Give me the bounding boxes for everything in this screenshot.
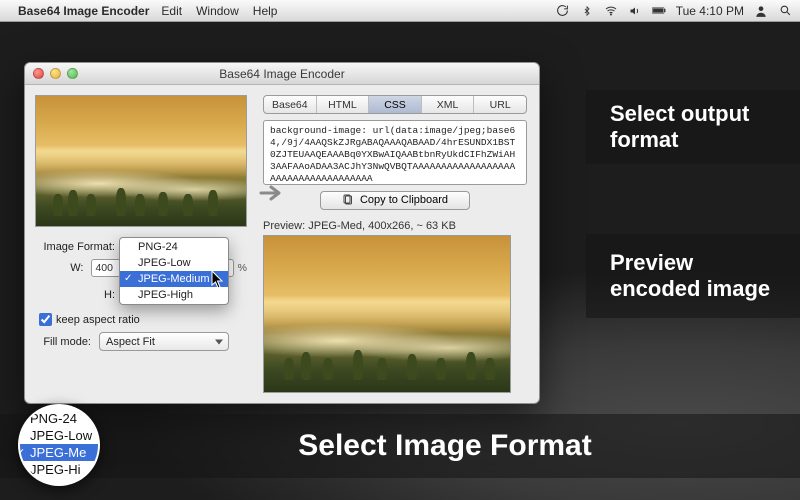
source-pane: Image Format: W: px Percent: % H: px (25, 85, 257, 403)
window-title: Base64 Image Encoder (25, 67, 539, 81)
bluetooth-icon[interactable] (580, 4, 594, 18)
app-window: Base64 Image Encoder Image Format: W: (24, 62, 540, 404)
tab-base64[interactable]: Base64 (264, 96, 317, 113)
fill-mode-value: Aspect Fit (106, 336, 155, 348)
image-format-label: Image Format: (35, 241, 119, 253)
keep-aspect-checkbox[interactable] (39, 313, 52, 326)
battery-icon[interactable] (652, 4, 666, 18)
sync-icon[interactable] (556, 4, 570, 18)
spotlight-icon[interactable] (778, 4, 792, 18)
menubar-clock[interactable]: Tue 4:10 PM (676, 4, 744, 18)
magnifier-lens: PNG-24 JPEG-Low ✓JPEG-Me JPEG-Hi (18, 404, 100, 486)
output-pane: Base64 HTML CSS XML URL background-image… (257, 85, 539, 403)
encode-arrow-icon (257, 181, 287, 205)
magnifier-row: JPEG-Low (18, 427, 100, 444)
menu-edit[interactable]: Edit (161, 4, 182, 18)
user-icon[interactable] (754, 4, 768, 18)
wifi-icon[interactable] (604, 4, 618, 18)
copy-button-label: Copy to Clipboard (360, 194, 448, 206)
tab-html[interactable]: HTML (317, 96, 370, 113)
menu-help[interactable]: Help (253, 4, 278, 18)
callout-output-format: Select output format (586, 90, 800, 164)
preview-image (263, 235, 511, 393)
menu-window[interactable]: Window (196, 4, 239, 18)
source-image[interactable] (35, 95, 247, 227)
width-label: W: (35, 262, 87, 274)
menubar: Base64 Image Encoder Edit Window Help Tu… (0, 0, 800, 22)
cursor-icon (211, 271, 225, 289)
format-option-jpeg-low[interactable]: JPEG-Low (120, 255, 228, 271)
callout-preview: Preview encoded image (586, 234, 800, 318)
window-titlebar[interactable]: Base64 Image Encoder (25, 63, 539, 85)
fill-mode-select[interactable]: Aspect Fit (99, 332, 229, 351)
magnifier-row: PNG-24 (18, 410, 100, 427)
height-label: H: (35, 289, 119, 301)
output-format-tabs: Base64 HTML CSS XML URL (263, 95, 527, 114)
magnifier-row-selected: ✓JPEG-Me (18, 444, 100, 461)
output-text[interactable]: background-image: url(data:image/jpeg;ba… (263, 120, 527, 184)
tab-url[interactable]: URL (474, 96, 526, 113)
menubar-app-title[interactable]: Base64 Image Encoder (18, 4, 149, 18)
volume-icon[interactable] (628, 4, 642, 18)
fill-mode-label: Fill mode: (35, 336, 95, 348)
copy-to-clipboard-button[interactable]: Copy to Clipboard (320, 191, 470, 210)
clipboard-icon (342, 194, 354, 206)
callout-select-format: Select Image Format (0, 414, 800, 478)
tab-xml[interactable]: XML (422, 96, 475, 113)
format-option-png24[interactable]: PNG-24 (120, 239, 228, 255)
keep-aspect-label: keep aspect ratio (56, 314, 140, 326)
percent-unit: % (238, 262, 247, 274)
format-option-jpeg-high[interactable]: JPEG-High (120, 287, 228, 303)
magnifier-row: JPEG-Hi (18, 461, 100, 478)
tab-css[interactable]: CSS (369, 96, 422, 113)
preview-label: Preview: JPEG-Med, 400x266, ~ 63 KB (263, 220, 527, 232)
